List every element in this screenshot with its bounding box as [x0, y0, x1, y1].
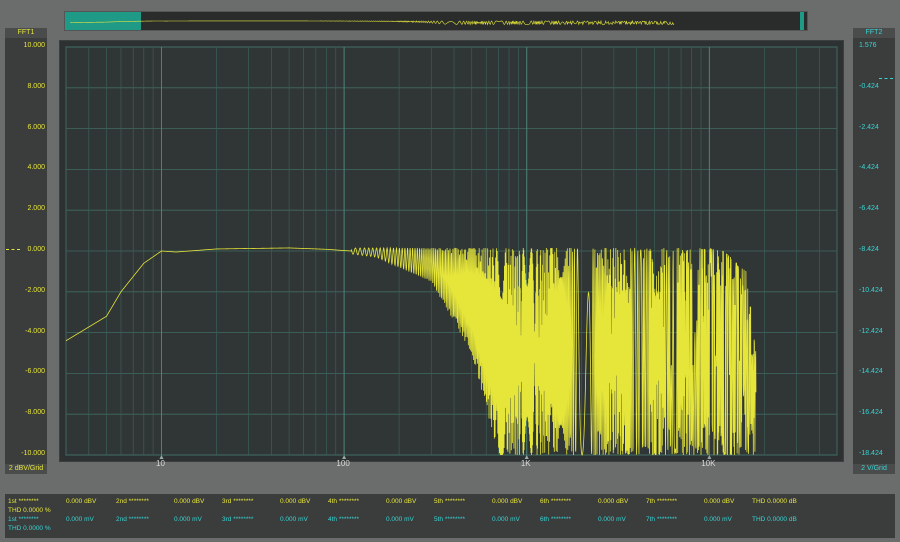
right-tick-label: -4.424 [859, 164, 879, 172]
right-axis-panel: FFT2 1.576 -0.424 -2.424 -4.424 -6.424 -8.424… [853, 28, 895, 474]
right-tick-label: -16.424 [859, 409, 883, 417]
left-tick-label: -8.000 [25, 409, 45, 417]
right-tick-label: -0.424 [859, 82, 879, 90]
fft2-channel-label[interactable]: FFT2 [853, 28, 895, 38]
right-tick-label: -10.424 [859, 286, 883, 294]
overview-right-handle[interactable] [800, 12, 804, 30]
overview-scrollbar[interactable] [64, 11, 808, 31]
harmonic-label: 7th ******** [646, 498, 678, 505]
left-tick-label: 2.000 [27, 205, 45, 213]
harmonic-value: 0.000 mV [598, 516, 626, 523]
x-tick-label: 10K [701, 459, 716, 468]
thd-db-value: THD 0.0000 dB [752, 498, 797, 505]
harmonics-measurement-panel: 1st ******** 0.000 dBV 2nd ******** 0.000 d… [5, 494, 895, 538]
harmonic-label: 5th ******** [434, 498, 466, 505]
harmonic-value: 0.000 dBV [66, 498, 97, 505]
right-tick-label: -14.424 [859, 368, 883, 376]
x-tick-label: 10 [156, 459, 165, 468]
left-tick-label: 4.000 [27, 164, 45, 172]
fft1-scale-label[interactable]: 2 dBV/Grid [5, 464, 47, 474]
harmonic-label: 2nd ******** [116, 516, 149, 523]
left-tick-label: -10.000 [21, 450, 45, 457]
right-tick-label: -2.424 [859, 123, 879, 131]
harmonic-value: 0.000 dBV [280, 498, 311, 505]
harmonic-value: 0.000 mV [704, 516, 732, 523]
harmonic-label: 5th ******** [434, 516, 466, 523]
harmonic-label: 2nd ******** [116, 498, 149, 505]
fft-plot-area[interactable] [59, 40, 844, 462]
harmonic-label: 3rd ******** [222, 498, 254, 505]
harmonic-label: 4th ******** [328, 516, 360, 523]
x-tick-label: 100 [336, 459, 350, 468]
harmonic-label: 6th ******** [540, 498, 572, 505]
right-tick-label: -6.424 [859, 205, 879, 213]
harmonic-value: 0.000 dBV [386, 498, 417, 505]
x-tick-label: 1K [520, 459, 531, 468]
harmonic-label: 6th ******** [540, 516, 572, 523]
fft2-reference-marker[interactable] [879, 78, 893, 79]
harmonic-label: 4th ******** [328, 498, 360, 505]
harmonic-value: 0.000 mV [66, 516, 94, 523]
overview-trace [70, 19, 675, 26]
fft1-channel-label[interactable]: FFT1 [5, 28, 47, 38]
left-tick-label: 0.000 [27, 246, 45, 253]
harmonic-label: 1st ******** [8, 498, 39, 505]
harmonic-value: 0.000 mV [174, 516, 202, 523]
left-tick-label: -2.000 [25, 286, 45, 294]
left-tick-label: -6.000 [25, 368, 45, 376]
harmonic-value: 0.000 dBV [492, 498, 523, 505]
harmonic-label: 1st ******** [8, 516, 39, 523]
fft1-reference-marker[interactable] [6, 249, 20, 250]
fft2-scale-label[interactable]: 2 V/Grid [853, 464, 895, 474]
thd-percent-value: THD 0.0000 % [8, 507, 51, 514]
harmonic-value: 0.000 dBV [704, 498, 735, 505]
right-tick-label: 1.576 [859, 42, 877, 49]
left-axis-panel: FFT1 10.000 8.000 6.000 4.000 2.000 0.000 -2.0… [5, 28, 47, 474]
harmonic-label: 3rd ******** [222, 516, 254, 523]
harmonic-value: 0.000 mV [386, 516, 414, 523]
harmonic-value: 0.000 dBV [598, 498, 629, 505]
right-tick-label: -12.424 [859, 327, 883, 335]
left-tick-label: 8.000 [27, 82, 45, 90]
harmonic-value: 0.000 mV [492, 516, 520, 523]
right-tick-label: -18.424 [859, 450, 883, 457]
right-tick-label: -8.424 [859, 246, 879, 253]
harmonic-value: 0.000 dBV [174, 498, 205, 505]
left-tick-label: -4.000 [25, 327, 45, 335]
fft-plot-svg [65, 46, 838, 459]
thd-percent-value: THD 0.0000 % [8, 525, 51, 532]
harmonic-label: 7th ******** [646, 516, 678, 523]
thd-db-value: THD 0.0000 dB [752, 516, 797, 523]
harmonic-value: 0.000 mV [280, 516, 308, 523]
overview-series-line [70, 19, 675, 26]
left-tick-label: 10.000 [23, 42, 45, 49]
left-tick-label: 6.000 [27, 123, 45, 131]
